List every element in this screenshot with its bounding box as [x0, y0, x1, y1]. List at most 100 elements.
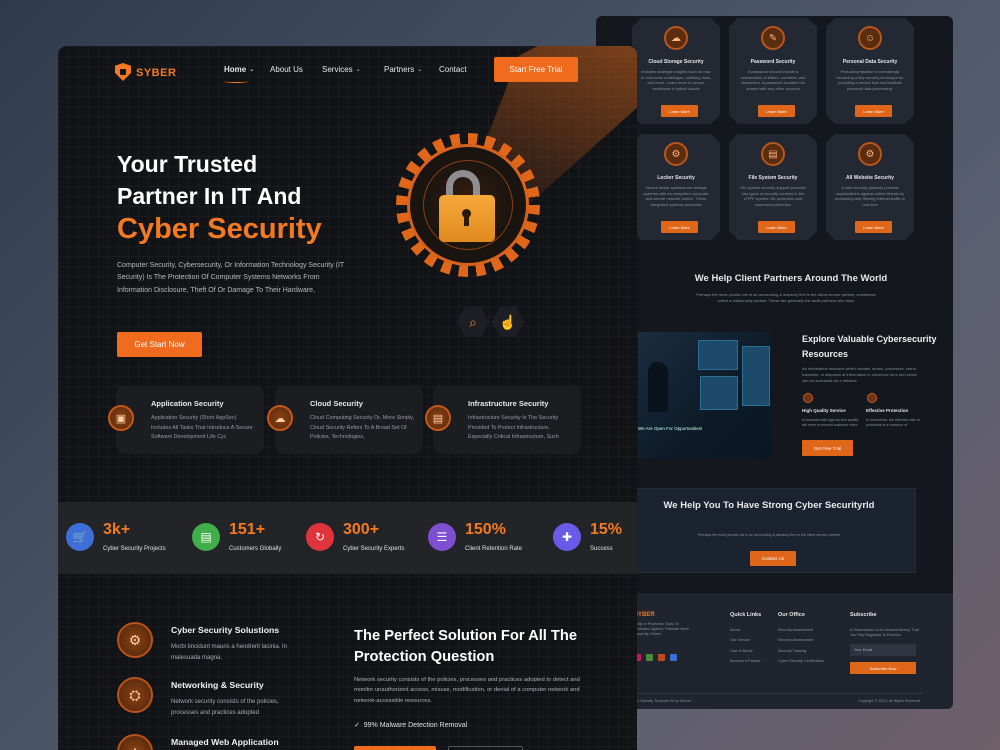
- partners-subtext: Perhaps the most pivotal role in an acco…: [696, 292, 876, 303]
- subscribe-description: A Subscription Is An Amount Money That Y…: [850, 628, 919, 637]
- our-office-heading: Our Office: [778, 612, 805, 618]
- learn-more-button[interactable]: Learn More: [855, 105, 892, 117]
- keyhole-slot: [464, 215, 469, 226]
- footer-link[interactable]: Security Assessment: [778, 638, 813, 642]
- hero-heading-accent: Cyber Security: [117, 213, 322, 245]
- social-facebook-icon[interactable]: [670, 654, 677, 661]
- feature-card-desc: Application Security (Short AppSec) Incl…: [151, 415, 253, 440]
- learn-more-button[interactable]: Learn More: [661, 105, 698, 117]
- learn-more-button[interactable]: Learn More: [758, 105, 795, 117]
- solution-title: Cyber Security Solustions: [171, 625, 280, 635]
- refresh-icon: ↻: [306, 523, 334, 551]
- stat-value: 300+: [343, 521, 380, 538]
- footer-link[interactable]: Cyber Security Certification: [778, 659, 824, 663]
- feature-quality-title: High Quality Service: [802, 408, 846, 413]
- social-icon[interactable]: [646, 654, 653, 661]
- quick-links-heading: Quick Links: [730, 612, 762, 618]
- learn-more-button[interactable]: Learn More: [855, 221, 892, 233]
- social-icon[interactable]: [658, 654, 665, 661]
- footer-link[interactable]: Our Service: [730, 638, 750, 642]
- footer-logo[interactable]: SYBER: [634, 612, 655, 618]
- showcase-stage: ☁ Cloud Storage Security Includes strategi…: [0, 0, 1000, 750]
- partners-heading: We Help Client Partners Around The World: [694, 273, 888, 284]
- get-free-trial-button[interactable]: Get Free Trial: [802, 440, 853, 456]
- stat-label: Cyber Security Experts: [343, 546, 405, 552]
- footer: SYBER curity or Protection Tools, Or Pro…: [596, 593, 953, 709]
- perfect-solution-description: Network security consists of the policie…: [354, 677, 580, 704]
- solution-title: Managed Web Application: [171, 737, 279, 747]
- learn-more-button[interactable]: Learn More: [661, 221, 698, 233]
- quality-icon: [803, 393, 813, 403]
- feature-card-infrastructure[interactable]: ▤ Infrastructure Security Infrastructure…: [425, 385, 581, 454]
- feature-card-title: Cloud Security: [310, 399, 363, 408]
- chevron-down-icon: ⌄: [417, 67, 423, 73]
- get-start-now-button[interactable]: Get Start Now: [117, 332, 202, 357]
- service-card: ⚙ All Website Security A web security gate…: [826, 134, 914, 240]
- footer-link[interactable]: Become A Partner: [730, 659, 761, 663]
- stat-value: 15%: [590, 521, 623, 538]
- service-title: File System Security: [748, 175, 798, 181]
- footer-link[interactable]: About: [730, 628, 740, 632]
- stat-value: 150%: [465, 521, 506, 538]
- hero-heading-line1: Your Trusted: [117, 151, 258, 177]
- stat-label: Client Retention Rate: [465, 546, 523, 552]
- feature-quality-desc: A business with high service quality wil…: [802, 418, 859, 427]
- nav-home-label: Home: [224, 65, 247, 74]
- app-icon: ▣: [108, 405, 134, 431]
- service-desc: File system security support provides tw…: [740, 185, 806, 207]
- checklist-item: ✓ 99% Malware Detection Removal: [354, 721, 467, 729]
- nav-partners-label: Partners: [384, 65, 415, 74]
- nav-services[interactable]: Services ⌄: [322, 65, 361, 74]
- service-title: All Website Security: [846, 175, 894, 181]
- learn-more-button[interactable]: Learn More: [758, 221, 795, 233]
- strong-security-subtext: Perhaps the most pivotal role in an acco…: [697, 533, 841, 537]
- feature-card-application[interactable]: ▣ Application Security Application Secur…: [108, 385, 264, 454]
- nav-contact[interactable]: Contact: [439, 65, 467, 74]
- nav-about-label: About Us: [270, 65, 303, 74]
- stat-label: Customers Globally: [229, 546, 282, 552]
- network-icon: ⛭: [117, 677, 153, 713]
- start-free-trial-button[interactable]: Start Free Trial: [494, 57, 578, 82]
- shield-logo-icon[interactable]: [115, 63, 131, 81]
- feature-card-cloud[interactable]: ☁ Cloud Security Cloud Computing Securit…: [267, 385, 423, 454]
- search-icon[interactable]: ⌕: [457, 306, 489, 338]
- service-desc: Pseudonymisation is increasingly becomin…: [836, 69, 904, 91]
- service-card: ⚙ Locker Security Secure locker systems ar…: [632, 134, 720, 240]
- primary-button-partial[interactable]: [354, 746, 436, 750]
- nav-home[interactable]: Home ⌄: [224, 65, 254, 74]
- explore-image-caption: We Are Open For Opportunities!: [638, 426, 703, 431]
- copyright: Copyright © 2023 | All Rights Reserved: [858, 699, 921, 703]
- nav-about[interactable]: About Us: [270, 65, 303, 74]
- hero-heading-line2: Partner In IT And: [117, 183, 302, 209]
- service-title: Cloud Storage Security: [648, 59, 704, 65]
- stats-bar: 🛒 3k+ Cyber Security Projects ▤ 151+ Customer…: [58, 502, 637, 574]
- pointer-icon[interactable]: ☝: [492, 306, 524, 338]
- web-application-icon: ✦: [117, 734, 153, 750]
- service-card: ✎ Password Security A password should incl…: [729, 18, 817, 124]
- person-silhouette: [648, 362, 668, 412]
- feature-protection-desc: In economics, the effective rate of prot…: [866, 418, 920, 427]
- stat-value: 3k+: [103, 521, 131, 538]
- email-input[interactable]: Your Email: [850, 644, 916, 656]
- footer-link[interactable]: Security Training: [778, 649, 806, 653]
- service-title: Personal Data Security: [842, 59, 898, 65]
- document-icon: ▤: [192, 523, 220, 551]
- website-icon: ⚙: [858, 142, 882, 166]
- security-solutions-icon: ⚙: [117, 622, 153, 658]
- subscribe-heading: Subscribe: [850, 612, 877, 618]
- subscribe-button[interactable]: Subscribe Now: [850, 662, 916, 674]
- hero-description: Computer Security, Cybersecurity, Or Inf…: [117, 262, 345, 294]
- password-icon: ✎: [761, 26, 785, 50]
- feature-protection-title: Effective Protection: [866, 408, 909, 413]
- explore-heading: Explore Valuable Cybersecurity Resources: [802, 334, 937, 359]
- personal-data-icon: ☺: [858, 26, 882, 50]
- footer-link[interactable]: How It Works: [730, 649, 753, 653]
- active-nav-indicator: [224, 80, 248, 83]
- secondary-button-partial[interactable]: [448, 746, 523, 750]
- contact-us-button[interactable]: Contact Us: [750, 551, 796, 566]
- footer-link[interactable]: Security Assessment: [778, 628, 813, 632]
- brand-logo[interactable]: SYBER: [136, 67, 176, 79]
- protection-icon: [867, 393, 877, 403]
- nav-partners[interactable]: Partners ⌄: [384, 65, 422, 74]
- puzzle-icon: ✚: [553, 523, 581, 551]
